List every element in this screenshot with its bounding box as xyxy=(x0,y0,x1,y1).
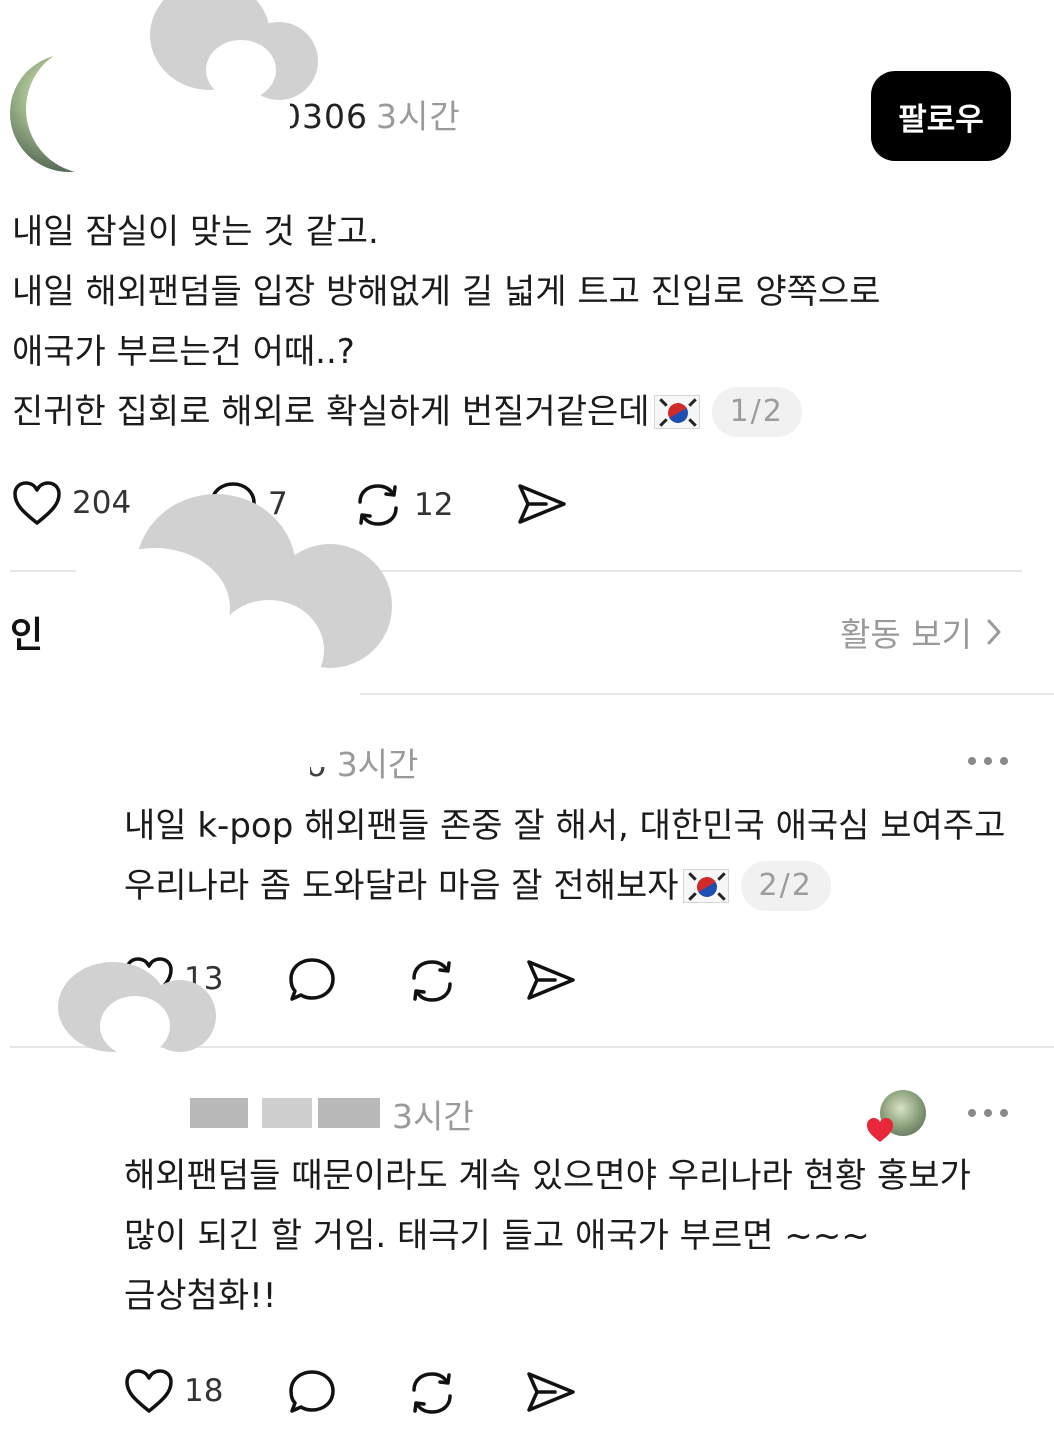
reply-line: 많이 되긴 할 거임. 태극기 들고 애국가 부르면 ~~~ xyxy=(124,1216,870,1256)
censor-cloud-gap xyxy=(80,548,230,668)
share-action[interactable] xyxy=(525,956,577,1004)
more-options-icon[interactable] xyxy=(968,1107,1008,1119)
korea-flag-icon xyxy=(653,395,700,429)
heart-icon[interactable] xyxy=(12,480,62,526)
comment-action[interactable] xyxy=(287,956,337,1004)
view-activity-label: 활동 보기 xyxy=(840,615,972,654)
reply-line: 해외팬덤들 때문이라도 계속 있으면야 우리나라 현황 홍보가 xyxy=(124,1156,971,1196)
blurred-username xyxy=(190,1098,248,1128)
divider xyxy=(360,693,1054,695)
activity-label: 인 xyxy=(10,615,44,656)
repost-count: 12 xyxy=(414,487,454,523)
send-icon[interactable] xyxy=(525,956,577,1004)
reply-meta: ᴗ 3시간 xyxy=(306,745,419,784)
reply-line-last: 우리나라 좀 도와달라 마음 잘 전해보자 2/2 xyxy=(124,856,1005,916)
blurred-username xyxy=(262,1098,312,1128)
reply-line: 우리나라 좀 도와달라 마음 잘 전해보자 xyxy=(124,866,679,906)
send-icon[interactable] xyxy=(525,1368,577,1416)
repost-action[interactable] xyxy=(406,1368,458,1418)
like-count: 18 xyxy=(184,1373,224,1409)
post-line-last: 진귀한 집회로 해외로 확실하게 번질거같은데 1/2 xyxy=(12,382,880,442)
reply-timestamp: 3시간 xyxy=(336,745,419,784)
reply-line: 금상첨화!! xyxy=(124,1276,277,1316)
korea-flag-icon xyxy=(682,869,729,903)
heart-icon[interactable] xyxy=(124,1368,174,1414)
repost-action[interactable]: 12 xyxy=(352,480,453,530)
censor-cloud-gap xyxy=(100,996,170,1056)
thread-pager[interactable]: 1/2 xyxy=(711,387,802,437)
share-action[interactable] xyxy=(516,480,568,528)
censor-cloud-gap xyxy=(206,40,276,100)
comment-action[interactable] xyxy=(287,1368,337,1416)
reply-timestamp: 3시간 xyxy=(392,1097,474,1136)
comment-icon[interactable] xyxy=(287,1368,337,1416)
post-timestamp: 3시간 xyxy=(375,97,461,136)
censor-cloud-gap xyxy=(214,600,324,700)
like-action[interactable]: 204 xyxy=(12,480,131,526)
post-line: 내일 잠실이 맞는 것 같고. xyxy=(12,212,379,252)
reply-body: 내일 k-pop 해외팬들 존중 잘 해서, 대한민국 애국심 보여주고 우리나… xyxy=(124,796,1005,916)
follow-button[interactable]: 팔로우 xyxy=(871,71,1011,161)
comment-icon[interactable] xyxy=(287,956,337,1004)
repost-icon[interactable] xyxy=(406,956,458,1006)
repost-action[interactable] xyxy=(406,956,458,1006)
post-author-line: 0306 3시간 xyxy=(280,90,461,138)
share-action[interactable] xyxy=(525,1368,577,1416)
send-icon[interactable] xyxy=(516,480,568,528)
chevron-right-icon xyxy=(987,619,1001,645)
repost-icon[interactable] xyxy=(352,480,404,530)
censor-mask xyxy=(120,730,310,790)
reply-body: 해외팬덤들 때문이라도 계속 있으면야 우리나라 현황 홍보가 많이 되긴 할 … xyxy=(124,1146,971,1326)
post-body: 내일 잠실이 맞는 것 같고. 내일 해외팬덤들 입장 방해없게 길 넓게 트고… xyxy=(12,202,880,442)
blurred-username xyxy=(318,1098,380,1128)
heart-badge-icon xyxy=(867,1118,893,1142)
post-line: 내일 해외팬덤들 입장 방해없게 길 넓게 트고 진입로 양쪽으로 xyxy=(12,272,881,312)
thread-pager[interactable]: 2/2 xyxy=(740,861,831,911)
post-line: 애국가 부르는건 어때..? xyxy=(12,332,355,372)
repost-icon[interactable] xyxy=(406,1368,458,1418)
more-options-icon[interactable] xyxy=(968,755,1008,767)
author-username[interactable]: 0306 xyxy=(280,97,368,136)
view-activity-link[interactable]: 활동 보기 xyxy=(840,608,1002,656)
like-count: 204 xyxy=(72,485,132,521)
post-line: 진귀한 집회로 해외로 확실하게 번질거같은데 xyxy=(12,392,650,432)
like-action[interactable]: 18 xyxy=(124,1368,223,1414)
reply-line: 내일 k-pop 해외팬들 존중 잘 해서, 대한민국 애국심 보여주고 xyxy=(124,806,1006,846)
